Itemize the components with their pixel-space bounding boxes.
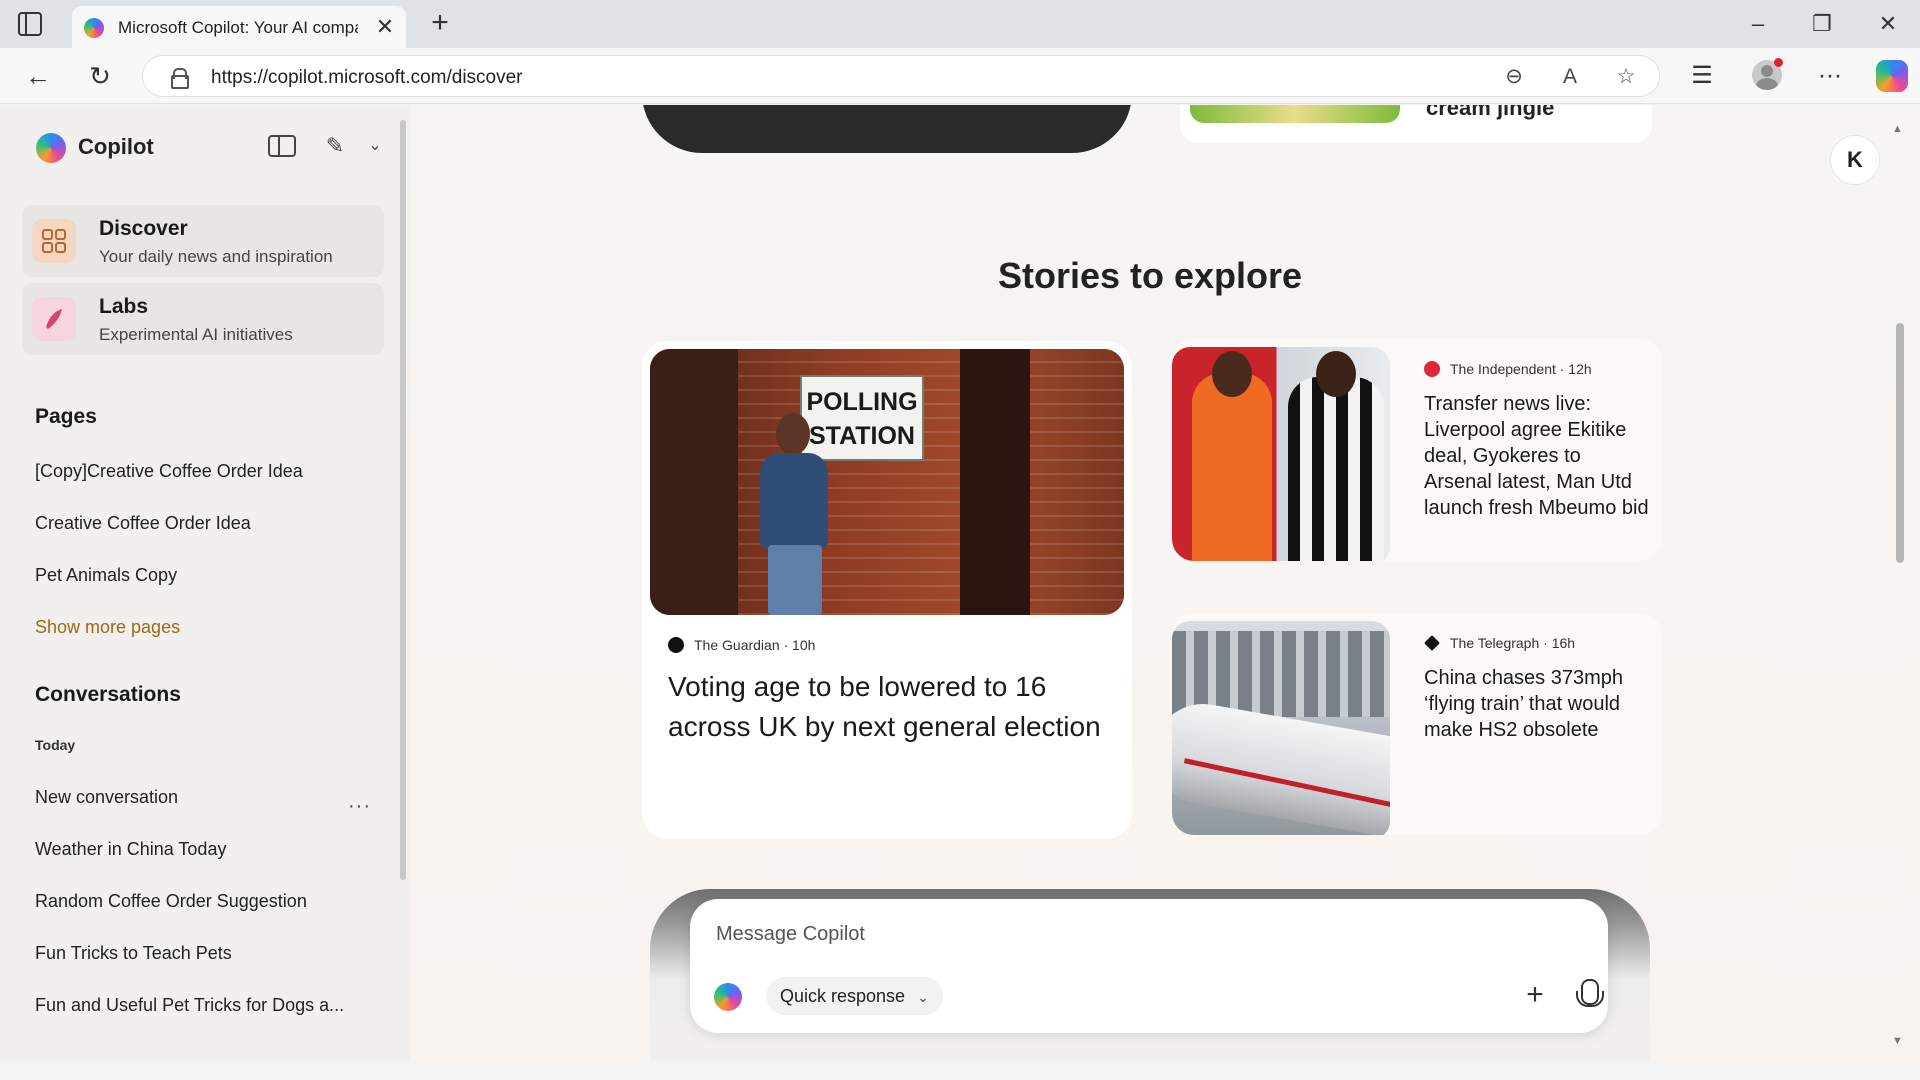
restore-button[interactable]: ❐ (1802, 8, 1842, 40)
story-thumbnail (1190, 105, 1400, 123)
story-card[interactable]: The Independent · 12h Transfer news live… (1172, 339, 1662, 561)
tab-title: Microsoft Copilot: Your AI compa (118, 18, 358, 37)
microphone-icon[interactable] (1576, 979, 1604, 1013)
grid-icon (32, 219, 76, 263)
player-orange-kit (1192, 351, 1272, 561)
zoom-out-icon[interactable]: ⊖ (1501, 64, 1527, 90)
story-image: POLLING STATION (650, 349, 1124, 615)
scroll-down-arrow-icon[interactable]: ▼ (1892, 1035, 1903, 1047)
tab-close-icon[interactable]: ✕ (372, 14, 398, 40)
url-field[interactable]: https://copilot.microsoft.com/discover ⊖… (142, 55, 1660, 97)
story-source-text: The Telegraph · 16h (1450, 635, 1576, 651)
story-image (1172, 347, 1390, 561)
partial-story-card[interactable] (642, 105, 1132, 153)
flask-icon (32, 297, 76, 341)
sidebar-item-label: Discover (99, 217, 188, 240)
minimize-button[interactable]: – (1738, 8, 1778, 40)
chevron-down-icon: ⌄ (917, 989, 929, 1005)
story-source: The Telegraph · 16h (1424, 635, 1575, 651)
user-avatar[interactable]: K (1830, 135, 1880, 185)
sidebar-item-sublabel: Your daily news and inspiration (99, 247, 333, 266)
today-label: Today (35, 737, 76, 753)
sidebar-item-labs[interactable]: Labs Experimental AI initiatives (22, 283, 384, 355)
story-headline: cream jingle (1426, 105, 1555, 120)
person-figure (746, 413, 836, 615)
response-mode-label: Quick response (780, 986, 906, 1006)
show-more-pages-link[interactable]: Show more pages (35, 617, 180, 638)
page-link[interactable]: Creative Coffee Order Idea (35, 513, 251, 534)
person-head (776, 413, 810, 455)
dark-window (960, 349, 1030, 615)
conversation-item[interactable]: New conversation (35, 787, 178, 808)
add-attachment-button[interactable]: + (1518, 979, 1552, 1013)
story-source: The Independent · 12h (1424, 361, 1592, 377)
story-headline: China chases 373mph ‘flying train’ that … (1424, 667, 1624, 741)
pages-heading: Pages (35, 405, 97, 428)
sidebar: Copilot ✎ ⌄ Discover Your daily news and… (0, 105, 410, 1060)
independent-logo-icon (1424, 361, 1440, 377)
story-headline: Voting age to be lowered to 16 across UK… (668, 671, 1101, 742)
conversation-more-icon[interactable]: ··· (348, 795, 371, 818)
new-chat-icon[interactable]: ✎ (320, 131, 350, 161)
read-aloud-icon[interactable]: A (1557, 64, 1583, 90)
conversation-item[interactable]: Random Coffee Order Suggestion (35, 891, 307, 912)
sidebar-scrollbar[interactable] (400, 120, 406, 880)
discover-feed: cream jingle K Stories to explore POLLIN… (410, 105, 1920, 1060)
guardian-logo-icon (668, 637, 684, 653)
doorway (650, 349, 738, 615)
conversation-item[interactable]: Fun Tricks to Teach Pets (35, 943, 232, 964)
sidebar-item-sublabel: Experimental AI initiatives (99, 325, 293, 344)
story-source-text: The Independent · 12h (1450, 361, 1592, 377)
browser-tab-bar: Microsoft Copilot: Your AI compa ✕ + – ❐… (0, 0, 1920, 48)
sidebar-item-discover[interactable]: Discover Your daily news and inspiration (22, 205, 384, 277)
story-card[interactable]: POLLING STATION The Guardian · 10h Votin… (642, 341, 1132, 839)
story-card[interactable]: The Telegraph · 16h China chases 373mph … (1172, 613, 1662, 835)
person-body (760, 453, 828, 549)
player-striped-kit (1288, 351, 1384, 561)
chevron-down-icon[interactable]: ⌄ (360, 131, 390, 161)
favorites-list-icon[interactable]: ☰ (1686, 60, 1718, 92)
story-source-text: The Guardian · 10h (694, 637, 816, 653)
brand-name: Copilot (78, 134, 154, 159)
toggle-sidebar-icon[interactable] (268, 135, 296, 157)
more-options-icon[interactable]: ··· (1814, 60, 1846, 92)
message-composer: Quick response ⌄ + (690, 899, 1608, 1033)
back-arrow-icon[interactable]: ← (22, 60, 54, 92)
message-input[interactable] (714, 917, 1514, 951)
section-title: Stories to explore (997, 255, 1303, 296)
page-link[interactable]: Pet Animals Copy (35, 565, 177, 586)
conversation-item[interactable]: Fun and Useful Pet Tricks for Dogs a... (35, 995, 344, 1016)
active-tab[interactable]: Microsoft Copilot: Your AI compa ✕ (72, 6, 406, 48)
favorite-star-icon[interactable]: ☆ (1613, 64, 1639, 90)
telegraph-logo-icon (1424, 635, 1440, 651)
tab-actions-icon[interactable] (18, 12, 42, 36)
notification-dot-icon (1774, 58, 1783, 67)
story-image (1172, 621, 1390, 835)
refresh-icon[interactable]: ↻ (84, 60, 116, 92)
partial-story-card[interactable]: cream jingle (1180, 105, 1652, 143)
person-legs (768, 545, 822, 615)
copilot-sidebar-icon[interactable] (1876, 60, 1908, 92)
lock-icon[interactable] (171, 68, 189, 89)
response-mode-dropdown[interactable]: Quick response ⌄ (766, 977, 943, 1015)
main-scrollbar-thumb[interactable] (1896, 323, 1904, 563)
scroll-up-arrow-icon[interactable]: ▲ (1892, 123, 1903, 135)
copilot-favicon-icon (84, 18, 104, 38)
url-text[interactable]: https://copilot.microsoft.com/discover (211, 67, 523, 89)
copilot-logo-icon (714, 983, 742, 1011)
conversations-heading: Conversations (35, 683, 181, 706)
close-window-button[interactable]: ✕ (1868, 8, 1908, 40)
new-tab-button[interactable]: + (424, 8, 456, 40)
sidebar-item-label: Labs (99, 295, 149, 318)
story-source: The Guardian · 10h (668, 637, 815, 653)
story-headline: Transfer news live: Liverpool agree Ekit… (1424, 393, 1649, 519)
address-bar: ← ↻ https://copilot.microsoft.com/discov… (0, 48, 1920, 104)
copilot-logo-icon (36, 133, 66, 163)
conversation-item[interactable]: Weather in China Today (35, 839, 226, 860)
page-link[interactable]: [Copy]Creative Coffee Order Idea (35, 461, 303, 482)
